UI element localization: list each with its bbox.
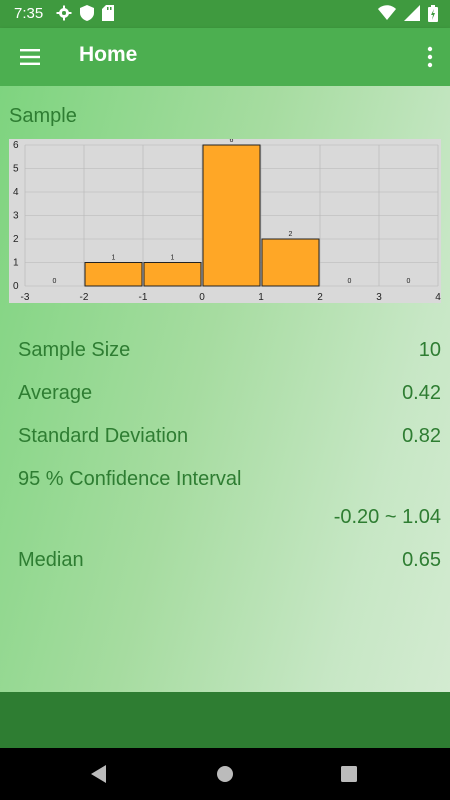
chart-data-label: 0 <box>407 278 411 285</box>
median-value: 0.65 <box>402 549 441 571</box>
average-value: 0.42 <box>402 382 441 404</box>
standard-deviation-label: Standard Deviation <box>18 425 189 447</box>
chart-bar <box>143 262 202 287</box>
chart-x-tick-label: 1 <box>258 292 264 303</box>
chart-x-tick-label: 0 <box>199 292 205 303</box>
chart-bar <box>261 238 320 287</box>
system-nav-bar <box>0 748 450 800</box>
cellular-icon <box>404 5 420 21</box>
page-title: Home <box>79 43 138 66</box>
average-label: Average <box>18 382 93 404</box>
recents-icon[interactable] <box>340 764 358 784</box>
battery-icon <box>428 5 438 22</box>
median-label: Median <box>18 549 84 571</box>
chart-x-tick-label: 2 <box>317 292 323 303</box>
chart-y-tick-label: 5 <box>13 164 19 175</box>
hamburger-menu-icon[interactable] <box>18 46 42 68</box>
chart-data-label: 0 <box>53 278 57 285</box>
chart-y-tick-label: 6 <box>13 140 19 151</box>
gear-icon <box>56 5 72 21</box>
section-title: Sample <box>9 105 77 127</box>
sd-card-icon <box>102 5 114 21</box>
shield-icon <box>80 5 94 21</box>
chart-data-label: 6 <box>230 139 234 144</box>
chart-x-tick-label: 3 <box>376 292 382 303</box>
chart-x-tick-label: -3 <box>21 292 30 303</box>
status-bar: 7:35 <box>0 0 450 28</box>
chart-x-tick-label: 4 <box>435 292 441 303</box>
chart-data-label: 0 <box>348 278 352 285</box>
chart-x-tick-label: -2 <box>80 292 89 303</box>
wifi-icon <box>378 5 396 20</box>
chart-bar <box>84 262 143 287</box>
chart-y-tick-label: 4 <box>13 187 19 198</box>
app-bar: Home <box>0 28 450 86</box>
chart-data-label: 2 <box>289 231 293 238</box>
chart-x-tick-label: -1 <box>139 292 148 303</box>
chart-y-tick-label: 2 <box>13 234 19 245</box>
sample-size-label: Sample Size <box>18 339 131 361</box>
back-icon[interactable] <box>90 764 108 784</box>
more-vert-icon[interactable] <box>426 45 434 69</box>
chart-y-tick-label: 0 <box>13 281 19 292</box>
bottom-bar <box>0 692 450 748</box>
chart-data-label: 1 <box>171 255 175 262</box>
chart-y-tick-label: 3 <box>13 211 19 222</box>
chart-data-label: 1 <box>112 255 116 262</box>
histogram-chart: 0 1 1 6 2 0 0 0 1 2 3 4 5 6 -3 -2 -1 0 1 2 3 4 <box>9 139 441 303</box>
home-icon[interactable] <box>216 764 234 784</box>
confidence-interval-value: -0.20 ~ 1.04 <box>333 506 441 528</box>
sample-size-value: 10 <box>418 339 441 361</box>
chart-y-tick-label: 1 <box>13 258 19 269</box>
standard-deviation-value: 0.82 <box>402 425 441 447</box>
confidence-interval-label: 95 % Confidence Interval <box>18 468 242 490</box>
status-time: 7:35 <box>14 5 44 22</box>
chart-bar <box>202 144 261 287</box>
main-content: Sample 0 1 1 6 2 0 0 0 1 2 3 4 5 6 -3 -2 -1 0 1 2 3 4 Sample … <box>0 86 450 692</box>
